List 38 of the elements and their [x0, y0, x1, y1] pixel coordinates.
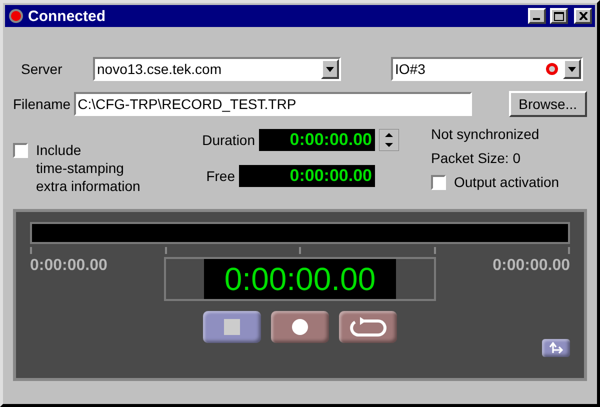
filename-field[interactable]: C:\CFG-TRP\RECORD_TEST.TRP [74, 92, 472, 116]
loop-button[interactable] [339, 311, 397, 343]
browse-button[interactable]: Browse... [508, 91, 587, 117]
caret-icon [568, 66, 576, 72]
filename-label: Filename [13, 96, 71, 112]
start-time: 0:00:00.00 [30, 257, 108, 275]
free-label: Free [206, 168, 235, 184]
minimize-button[interactable] [528, 8, 546, 24]
status-icon [8, 8, 24, 24]
close-icon [578, 12, 588, 20]
duration-display[interactable]: 0:00:00.00 [259, 129, 375, 151]
server-label: Server [20, 61, 64, 77]
server-dropdown[interactable]: novo13.cse.tek.com [93, 57, 341, 81]
swap-icon [549, 342, 563, 354]
status-icon [545, 62, 559, 76]
stop-button[interactable] [203, 311, 261, 343]
stop-icon [224, 319, 240, 335]
window-title: Connected [28, 8, 107, 24]
swap-button[interactable] [542, 339, 570, 357]
output-label: Output activation [454, 174, 560, 190]
end-time: 0:00:00.00 [492, 257, 570, 275]
packet-size: Packet Size: 0 [431, 150, 522, 166]
device-dropdown[interactable]: IO#3 [391, 57, 583, 81]
spinner-icon[interactable] [379, 129, 399, 151]
loop-icon [348, 316, 388, 338]
maximize-button[interactable] [550, 8, 568, 24]
maximize-icon [554, 12, 564, 20]
close-button[interactable] [574, 8, 592, 24]
record-button[interactable] [271, 311, 329, 343]
include-checkbox[interactable] [13, 143, 28, 158]
duration-label: Duration [202, 132, 255, 148]
include-label: Include time-stamping extra information [36, 141, 140, 195]
free-display: 0:00:00.00 [239, 165, 375, 187]
output-checkbox[interactable] [431, 174, 446, 190]
record-icon [291, 318, 309, 336]
current-time: 0:00:00.00 [204, 259, 396, 299]
caret-icon [326, 66, 334, 72]
sync-status: Not synchronized [431, 126, 540, 142]
